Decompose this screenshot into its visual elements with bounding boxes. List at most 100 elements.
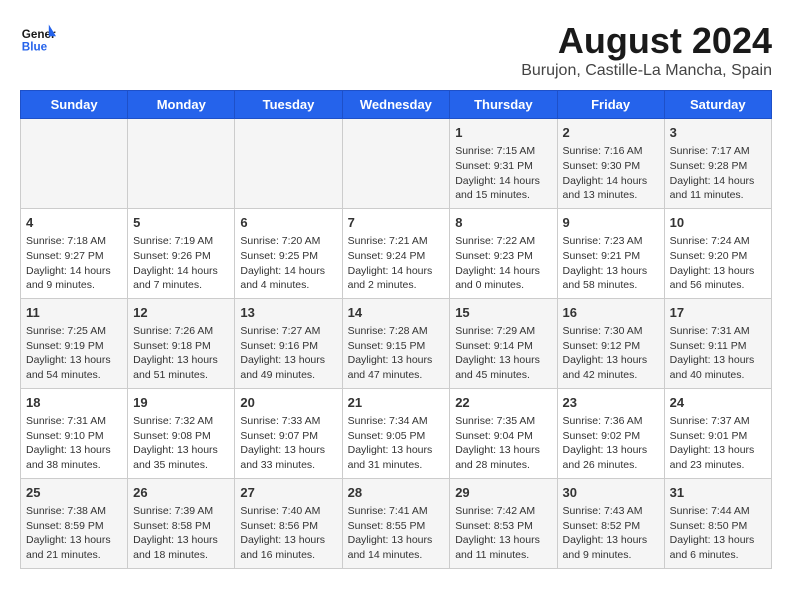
header-tuesday: Tuesday: [235, 91, 342, 119]
week-row-2: 4Sunrise: 7:18 AMSunset: 9:27 PMDaylight…: [21, 208, 772, 298]
calendar-cell: [21, 119, 128, 209]
day-number: 30: [563, 484, 659, 502]
day-number: 31: [670, 484, 766, 502]
header: General Blue August 2024 Burujon, Castil…: [20, 20, 772, 80]
calendar-cell: 18Sunrise: 7:31 AMSunset: 9:10 PMDayligh…: [21, 388, 128, 478]
header-row: SundayMondayTuesdayWednesdayThursdayFrid…: [21, 91, 772, 119]
day-number: 6: [240, 214, 336, 232]
week-row-5: 25Sunrise: 7:38 AMSunset: 8:59 PMDayligh…: [21, 478, 772, 568]
header-thursday: Thursday: [450, 91, 557, 119]
calendar-cell: 20Sunrise: 7:33 AMSunset: 9:07 PMDayligh…: [235, 388, 342, 478]
cell-text: Daylight: 13 hours and 9 minutes.: [563, 533, 659, 562]
day-number: 14: [348, 304, 445, 322]
cell-text: Sunrise: 7:30 AM: [563, 324, 659, 339]
cell-text: Sunrise: 7:24 AM: [670, 234, 766, 249]
cell-text: Sunset: 9:18 PM: [133, 339, 229, 354]
cell-text: Sunset: 9:31 PM: [455, 159, 551, 174]
cell-text: Sunrise: 7:23 AM: [563, 234, 659, 249]
header-monday: Monday: [128, 91, 235, 119]
cell-text: Daylight: 13 hours and 40 minutes.: [670, 353, 766, 382]
cell-text: Sunrise: 7:39 AM: [133, 504, 229, 519]
calendar-cell: 15Sunrise: 7:29 AMSunset: 9:14 PMDayligh…: [450, 298, 557, 388]
cell-text: Sunset: 9:15 PM: [348, 339, 445, 354]
cell-text: Daylight: 14 hours and 2 minutes.: [348, 264, 445, 293]
cell-text: Sunset: 9:08 PM: [133, 429, 229, 444]
week-row-1: 1Sunrise: 7:15 AMSunset: 9:31 PMDaylight…: [21, 119, 772, 209]
logo-icon: General Blue: [20, 20, 56, 56]
calendar-cell: 23Sunrise: 7:36 AMSunset: 9:02 PMDayligh…: [557, 388, 664, 478]
day-number: 21: [348, 394, 445, 412]
subtitle: Burujon, Castille-La Mancha, Spain: [521, 62, 772, 80]
calendar-cell: [128, 119, 235, 209]
cell-text: Daylight: 13 hours and 45 minutes.: [455, 353, 551, 382]
day-number: 17: [670, 304, 766, 322]
calendar-cell: 7Sunrise: 7:21 AMSunset: 9:24 PMDaylight…: [342, 208, 450, 298]
cell-text: Sunset: 9:16 PM: [240, 339, 336, 354]
calendar-header: SundayMondayTuesdayWednesdayThursdayFrid…: [21, 91, 772, 119]
calendar-cell: 13Sunrise: 7:27 AMSunset: 9:16 PMDayligh…: [235, 298, 342, 388]
cell-text: Daylight: 13 hours and 58 minutes.: [563, 264, 659, 293]
week-row-4: 18Sunrise: 7:31 AMSunset: 9:10 PMDayligh…: [21, 388, 772, 478]
calendar-cell: 28Sunrise: 7:41 AMSunset: 8:55 PMDayligh…: [342, 478, 450, 568]
cell-text: Sunset: 9:12 PM: [563, 339, 659, 354]
cell-text: Sunrise: 7:36 AM: [563, 414, 659, 429]
cell-text: Sunset: 9:25 PM: [240, 249, 336, 264]
cell-text: Sunrise: 7:18 AM: [26, 234, 122, 249]
cell-text: Daylight: 13 hours and 54 minutes.: [26, 353, 122, 382]
calendar-cell: 31Sunrise: 7:44 AMSunset: 8:50 PMDayligh…: [664, 478, 771, 568]
cell-text: Daylight: 13 hours and 18 minutes.: [133, 533, 229, 562]
cell-text: Daylight: 14 hours and 15 minutes.: [455, 174, 551, 203]
calendar-cell: 2Sunrise: 7:16 AMSunset: 9:30 PMDaylight…: [557, 119, 664, 209]
cell-text: Sunrise: 7:20 AM: [240, 234, 336, 249]
cell-text: Sunset: 9:05 PM: [348, 429, 445, 444]
calendar-cell: 8Sunrise: 7:22 AMSunset: 9:23 PMDaylight…: [450, 208, 557, 298]
day-number: 13: [240, 304, 336, 322]
cell-text: Sunrise: 7:43 AM: [563, 504, 659, 519]
cell-text: Daylight: 14 hours and 13 minutes.: [563, 174, 659, 203]
cell-text: Sunrise: 7:15 AM: [455, 144, 551, 159]
cell-text: Daylight: 13 hours and 31 minutes.: [348, 443, 445, 472]
calendar-cell: 1Sunrise: 7:15 AMSunset: 9:31 PMDaylight…: [450, 119, 557, 209]
header-wednesday: Wednesday: [342, 91, 450, 119]
day-number: 9: [563, 214, 659, 232]
cell-text: Sunset: 9:04 PM: [455, 429, 551, 444]
day-number: 12: [133, 304, 229, 322]
cell-text: Sunset: 9:20 PM: [670, 249, 766, 264]
day-number: 5: [133, 214, 229, 232]
cell-text: Sunset: 8:58 PM: [133, 519, 229, 534]
day-number: 29: [455, 484, 551, 502]
cell-text: Sunset: 9:14 PM: [455, 339, 551, 354]
calendar-cell: 21Sunrise: 7:34 AMSunset: 9:05 PMDayligh…: [342, 388, 450, 478]
header-friday: Friday: [557, 91, 664, 119]
cell-text: Sunrise: 7:17 AM: [670, 144, 766, 159]
cell-text: Sunrise: 7:37 AM: [670, 414, 766, 429]
cell-text: Sunrise: 7:26 AM: [133, 324, 229, 339]
day-number: 18: [26, 394, 122, 412]
day-number: 22: [455, 394, 551, 412]
cell-text: Sunset: 9:23 PM: [455, 249, 551, 264]
calendar-body: 1Sunrise: 7:15 AMSunset: 9:31 PMDaylight…: [21, 119, 772, 569]
day-number: 20: [240, 394, 336, 412]
cell-text: Sunset: 9:11 PM: [670, 339, 766, 354]
cell-text: Sunrise: 7:27 AM: [240, 324, 336, 339]
cell-text: Sunrise: 7:25 AM: [26, 324, 122, 339]
cell-text: Sunset: 9:30 PM: [563, 159, 659, 174]
calendar-cell: 3Sunrise: 7:17 AMSunset: 9:28 PMDaylight…: [664, 119, 771, 209]
cell-text: Daylight: 13 hours and 16 minutes.: [240, 533, 336, 562]
day-number: 3: [670, 124, 766, 142]
cell-text: Sunrise: 7:32 AM: [133, 414, 229, 429]
header-sunday: Sunday: [21, 91, 128, 119]
cell-text: Sunset: 9:07 PM: [240, 429, 336, 444]
cell-text: Daylight: 13 hours and 28 minutes.: [455, 443, 551, 472]
cell-text: Daylight: 14 hours and 0 minutes.: [455, 264, 551, 293]
calendar-cell: [235, 119, 342, 209]
calendar-cell: 26Sunrise: 7:39 AMSunset: 8:58 PMDayligh…: [128, 478, 235, 568]
cell-text: Sunset: 9:21 PM: [563, 249, 659, 264]
day-number: 7: [348, 214, 445, 232]
calendar-cell: 12Sunrise: 7:26 AMSunset: 9:18 PMDayligh…: [128, 298, 235, 388]
cell-text: Sunrise: 7:19 AM: [133, 234, 229, 249]
calendar-cell: 24Sunrise: 7:37 AMSunset: 9:01 PMDayligh…: [664, 388, 771, 478]
day-number: 19: [133, 394, 229, 412]
cell-text: Sunset: 8:53 PM: [455, 519, 551, 534]
calendar-cell: 22Sunrise: 7:35 AMSunset: 9:04 PMDayligh…: [450, 388, 557, 478]
